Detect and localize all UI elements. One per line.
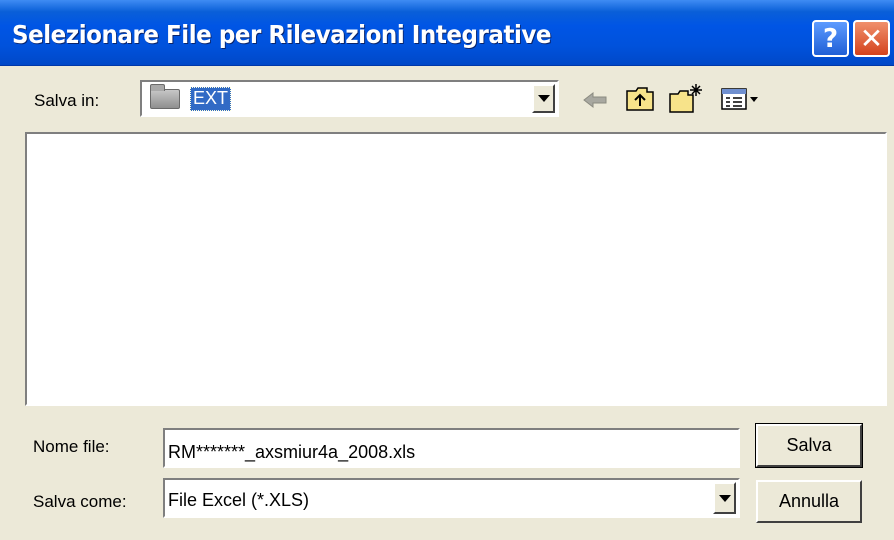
back-arrow-icon[interactable]: [582, 90, 608, 110]
save-in-dropdown[interactable]: EXT: [140, 80, 559, 117]
save-as-type-value: File Excel (*.XLS): [168, 490, 310, 510]
close-button[interactable]: ✕: [853, 20, 890, 57]
chevron-down-icon: [537, 95, 550, 102]
folder-icon: [150, 84, 180, 109]
save-as-dropdown-button[interactable]: [713, 482, 736, 514]
cancel-button-label: Annulla: [778, 491, 840, 511]
file-name-label: Nome file:: [33, 437, 110, 456]
save-as-label: Salva come:: [33, 492, 127, 511]
file-list-pane[interactable]: [25, 132, 887, 406]
save-in-label: Salva in:: [34, 91, 100, 110]
new-folder-icon[interactable]: [668, 82, 704, 114]
help-icon: ?: [822, 23, 839, 54]
cancel-button[interactable]: Annulla: [756, 480, 862, 523]
file-name-input[interactable]: RM*******_axsmiur4a_2008.xls: [163, 428, 740, 468]
window-title: Selezionare File per Rilevazioni Integra…: [12, 20, 552, 49]
close-icon: ✕: [859, 22, 884, 55]
save-as-type-dropdown[interactable]: File Excel (*.XLS): [163, 478, 740, 518]
views-menu-icon[interactable]: [720, 86, 760, 112]
title-bar[interactable]: Selezionare File per Rilevazioni Integra…: [0, 0, 894, 66]
help-button[interactable]: ?: [812, 20, 849, 57]
save-in-dropdown-button[interactable]: [532, 84, 555, 113]
save-button[interactable]: Salva: [755, 423, 863, 468]
current-folder-name: EXT: [190, 87, 232, 111]
save-button-label: Salva: [786, 435, 832, 455]
chevron-down-icon: [718, 494, 731, 502]
up-folder-icon[interactable]: [625, 84, 655, 112]
